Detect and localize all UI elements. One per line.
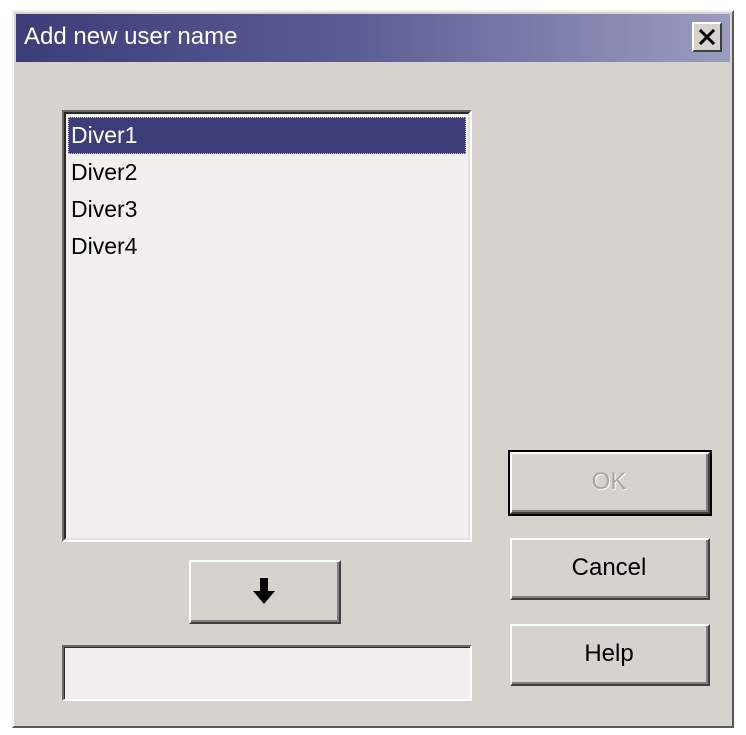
user-name-input[interactable]	[62, 645, 472, 701]
window-title: Add new user name	[24, 23, 238, 50]
close-icon	[698, 28, 716, 46]
move-down-button[interactable]	[189, 560, 341, 624]
list-item[interactable]: Diver1	[68, 117, 466, 154]
ok-button[interactable]: OK	[508, 450, 712, 516]
list-item[interactable]: Diver2	[68, 154, 466, 191]
cancel-button[interactable]: Cancel	[510, 538, 710, 600]
title-bar[interactable]: Add new user name	[16, 14, 730, 62]
cancel-button-label: Cancel	[571, 554, 647, 581]
help-button-label: Help	[584, 640, 634, 667]
list-item[interactable]: Diver3	[68, 191, 466, 228]
list-item[interactable]: Diver4	[68, 228, 466, 265]
user-list[interactable]: Diver1 Diver2 Diver3 Diver4	[62, 110, 472, 542]
help-button[interactable]: Help	[510, 624, 710, 686]
ok-button-label: OK	[591, 468, 627, 495]
user-list-items: Diver1 Diver2 Diver3 Diver4	[64, 112, 470, 540]
close-button[interactable]	[692, 22, 722, 52]
arrow-down-icon	[253, 578, 275, 604]
add-user-dialog: Add new user name Diver1 Diver2 Diver3 Dive…	[12, 10, 734, 728]
